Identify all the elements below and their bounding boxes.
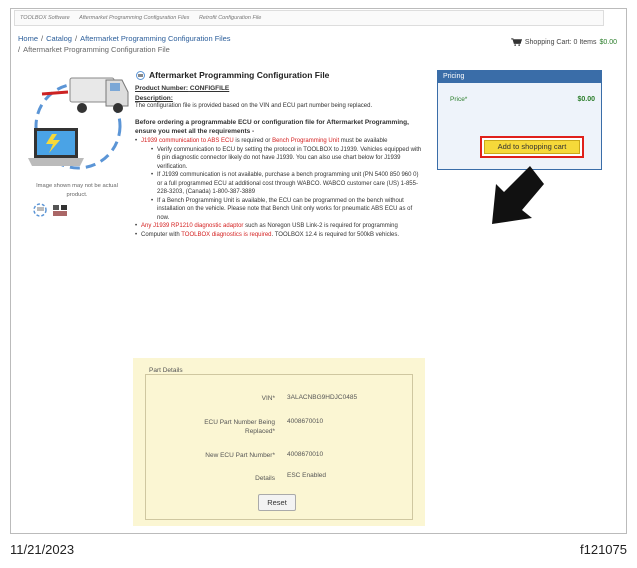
product-image	[28, 77, 129, 170]
breadcrumb: Home / Catalog / Aftermarket Programming Con…	[18, 33, 231, 55]
add-to-cart-button[interactable]: Add to shopping cart	[484, 140, 580, 154]
sub-item: Verify communication to ECU by setting t…	[151, 146, 425, 172]
top-navigation: TOOLBOX Software Aftermarket Programming…	[14, 10, 604, 26]
requirement-item: Computer with TOOLBOX diagnostics is req…	[135, 231, 425, 240]
image-thumbnails	[32, 203, 68, 217]
product-content: Aftermarket Programming Configuration Fi…	[135, 70, 425, 239]
req1-red-text: J1939 communication to ABS ECU	[141, 138, 234, 144]
breadcrumb-current: Aftermarket Programming Configuration Fi…	[23, 45, 170, 54]
caption-figure-id: f121075	[580, 542, 627, 557]
new-ecu-label: New ECU Part Number*	[205, 452, 275, 459]
caption-date: 11/21/2023	[10, 542, 75, 557]
product-thumb-icon	[136, 70, 145, 80]
sub-item: If a Bench Programming Unit is available…	[151, 197, 425, 223]
ecu-value: 4008670010	[287, 418, 324, 425]
price-label: Price*	[450, 96, 468, 103]
requirement-sublist: Verify communication to ECU by setting t…	[151, 146, 425, 223]
ecu-label: ECU Part Number Being Replaced*	[204, 419, 275, 435]
breadcrumb-separator: /	[74, 34, 78, 43]
vin-value: 3ALACNBG9HDJC0485	[287, 394, 358, 401]
laptop-icon	[28, 128, 84, 166]
description-heading: Description:	[135, 95, 173, 102]
truck-icon	[41, 77, 129, 113]
requirements-list: J1939 communication to ABS ECU is requir…	[135, 137, 425, 239]
add-to-cart-highlight: Add to shopping cart	[480, 136, 584, 158]
req2-end-text: such as Noregon USB Link-2 is required f…	[243, 223, 398, 229]
breadcrumb-catalog[interactable]: Catalog	[46, 34, 72, 43]
requirement-item: J1939 communication to ABS ECU is requir…	[135, 137, 425, 222]
cart-amount: $0.00	[599, 38, 617, 46]
req2-red-text: Any J1939 RP1210 diagnostic adaptor	[141, 223, 244, 229]
product-number: Product Number: CONFIGFILE	[135, 85, 425, 92]
shopping-cart-link[interactable]: Shopping Cart: 0 Items $0.00	[511, 38, 617, 46]
req3-end-text: . TOOLBOX 12.4 is required for 500kB veh…	[271, 231, 400, 238]
req3-red-text: TOOLBOX diagnostics is required	[181, 231, 272, 238]
product-title: Aftermarket Programming Configuration Fi…	[149, 70, 330, 80]
req1-red-text-2: Bench Programming Unit	[272, 138, 340, 144]
requirement-item: Any J1939 RP1210 diagnostic adaptor such…	[135, 222, 425, 231]
req1-end-text: must be available	[339, 138, 388, 144]
thumbnail-truck-icon[interactable]	[32, 203, 48, 217]
requirements-heading: Before ordering a programmable ECU or co…	[135, 119, 409, 135]
pricing-heading: Pricing	[438, 71, 601, 83]
description-text: The configuration file is provided based…	[135, 103, 373, 109]
req3-start-text: Computer with	[141, 231, 182, 238]
cart-label: Shopping Cart: 0 Items	[524, 38, 597, 46]
breadcrumb-separator: /	[41, 34, 44, 43]
arrow-pointer-icon	[492, 166, 544, 224]
nav-link-aftermarket[interactable]: Aftermarket Programming Configuration Fi…	[79, 15, 189, 21]
price-value: $0.00	[577, 96, 595, 103]
nav-link-toolbox[interactable]: TOOLBOX Software	[20, 15, 70, 21]
details-label: Details	[255, 475, 275, 482]
reset-button[interactable]: Reset	[258, 494, 296, 511]
breadcrumb-home[interactable]: Home	[18, 34, 38, 43]
thumbnail-device-icon[interactable]	[52, 203, 68, 217]
breadcrumb-separator: /	[18, 45, 21, 54]
product-title-row: Aftermarket Programming Configuration Fi…	[135, 70, 425, 80]
new-ecu-value: 4008670010	[287, 451, 324, 458]
image-note: Image shown may not be actual product.	[36, 183, 118, 198]
nav-link-retrofit[interactable]: Retrofit Configuration File	[199, 15, 261, 21]
part-details-legend: Part Details	[147, 367, 185, 374]
shopping-cart-icon	[511, 38, 522, 46]
details-value: ESC Enabled	[287, 472, 327, 479]
vin-label: VIN*	[261, 395, 275, 402]
product-number-label: Product Number:	[135, 85, 189, 92]
price-row: Price* $0.00	[438, 83, 601, 103]
breadcrumb-section[interactable]: Aftermarket Programming Configuration Fi…	[80, 34, 230, 43]
sub-item: If J1939 communication is not available,…	[151, 171, 425, 197]
req1-mid-text: is required or	[233, 138, 273, 144]
product-number-value: CONFIGFILE	[189, 85, 230, 92]
